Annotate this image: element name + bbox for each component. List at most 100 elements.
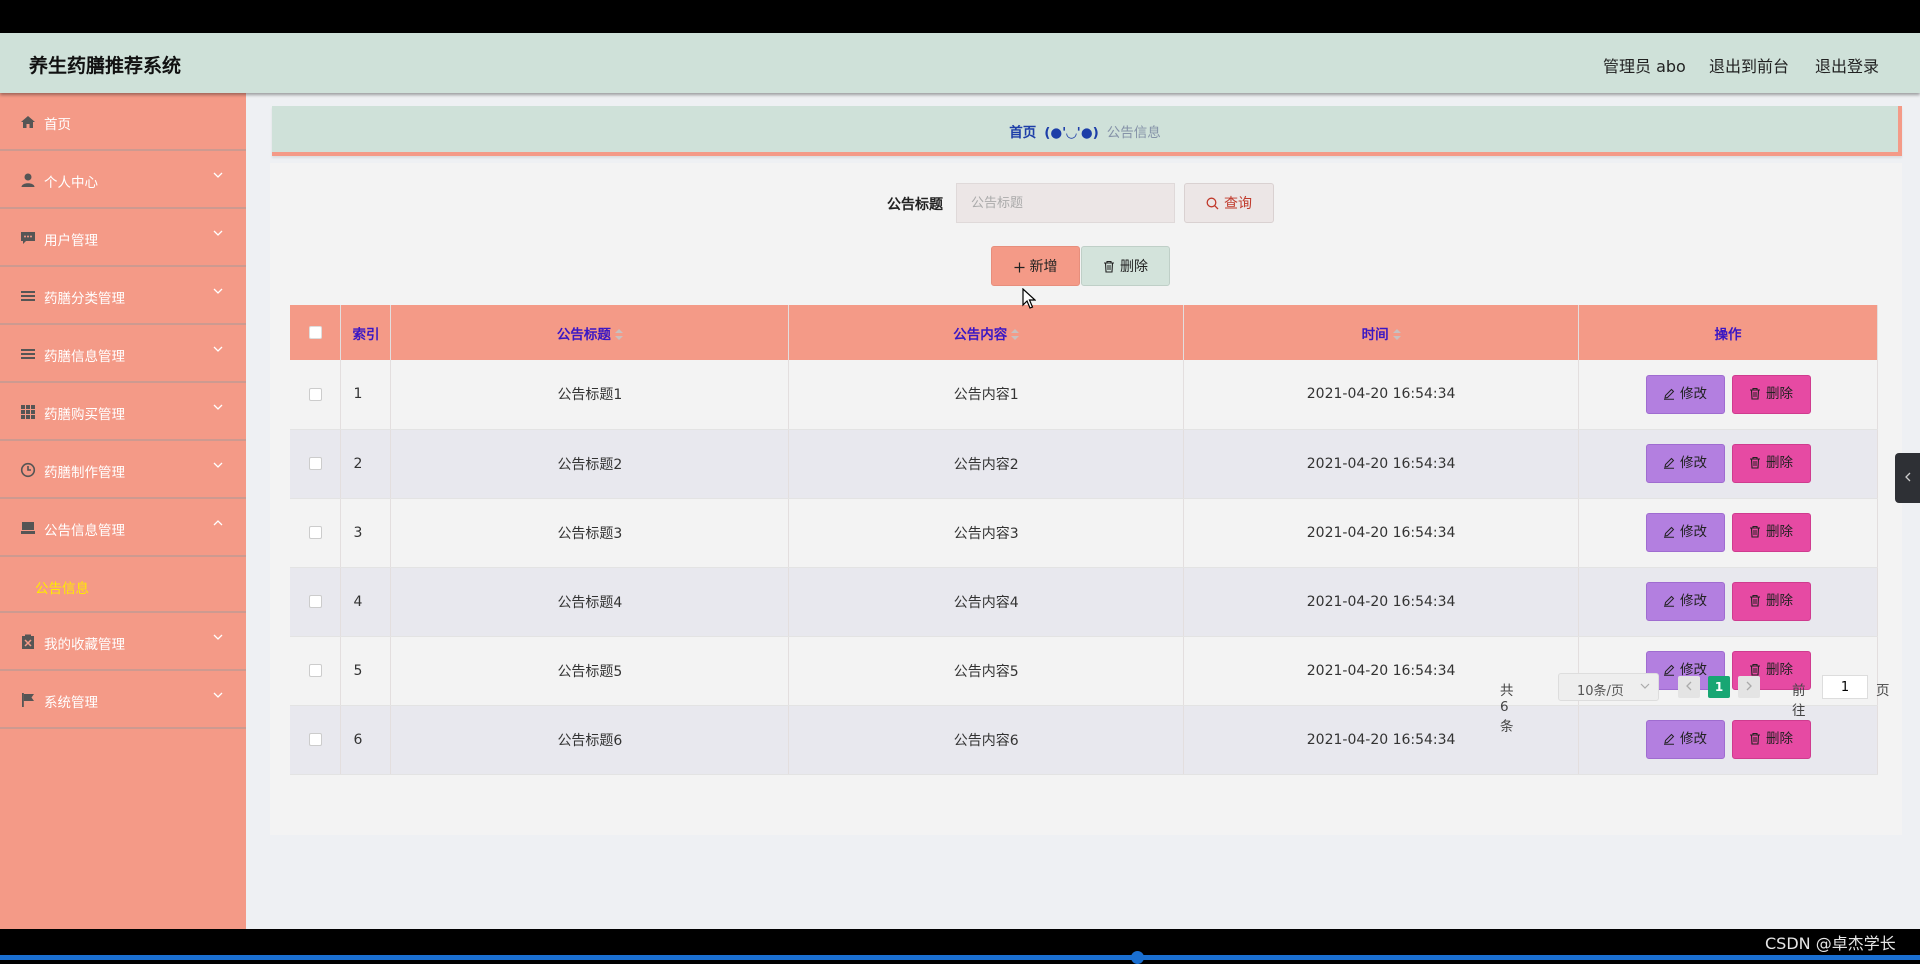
sidebar-item-label: 药膳制作管理 [44, 465, 125, 481]
goto-suffix: 页 [1876, 683, 1890, 699]
column-header-actions: 操作 [1578, 305, 1878, 360]
breadcrumb: 首页 (●'◡'●) 公告信息 [272, 106, 1902, 156]
row-actions: 修改 删除 [1578, 498, 1878, 568]
edit-button[interactable]: 修改 [1645, 720, 1725, 759]
chevron-down-icon [213, 692, 223, 698]
row-select-cell [290, 498, 342, 568]
chevron-down-icon [1640, 683, 1650, 689]
row-time: 2021-04-20 16:54:34 [1183, 360, 1580, 430]
page-number-button[interactable]: 1 [1708, 676, 1730, 698]
chevron-down-icon [213, 172, 223, 178]
goto-page-input[interactable] [1822, 675, 1868, 699]
chevron-down-icon [213, 634, 223, 640]
side-drawer-toggle[interactable] [1895, 453, 1920, 503]
sidebar-item-label: 药膳信息管理 [44, 349, 125, 365]
edit-icon [1664, 733, 1675, 745]
row-checkbox[interactable] [308, 457, 322, 470]
row-actions: 修改 删除 [1578, 429, 1878, 499]
top-bar: 养生药膳推荐系统 管理员 abo 退出到前台 退出登录 [0, 33, 1920, 93]
grid-icon [21, 405, 35, 419]
trash-icon [1750, 732, 1761, 745]
table-body: 1 公告标题1 公告内容1 2021-04-20 16:54:34 修改 删除 2 公告标题2… [290, 360, 1878, 775]
sidebar-item-system-management[interactable]: 系统管理 [0, 671, 246, 729]
add-button[interactable]: 新增 [991, 246, 1080, 286]
breadcrumb-home[interactable]: 首页 [1009, 125, 1036, 141]
trash-icon [1750, 594, 1761, 607]
sidebar-item-notice-management[interactable]: 公告信息管理 [0, 499, 246, 557]
video-progress-bar[interactable] [0, 955, 1920, 960]
page-size-value: 10条/页 [1577, 684, 1624, 699]
clock-icon [20, 462, 36, 478]
trash-icon [1104, 260, 1114, 273]
select-all-checkbox[interactable] [308, 326, 322, 339]
sidebar-item-user-management[interactable]: 用户管理 [0, 209, 246, 267]
video-progress-handle[interactable] [1131, 951, 1144, 964]
search-button-label: 查询 [1224, 195, 1252, 211]
column-header-title[interactable]: 公告标题 [390, 305, 790, 360]
notice-icon [21, 522, 35, 534]
row-title: 公告标题5 [390, 636, 790, 706]
sidebar-subitem-notice-info[interactable]: 公告信息 [0, 557, 246, 613]
search-label: 公告标题 [887, 197, 943, 213]
row-index: 6 [340, 705, 392, 775]
row-select-cell [290, 429, 342, 499]
row-checkbox[interactable] [308, 733, 322, 746]
row-content: 公告内容1 [788, 360, 1185, 430]
trash-icon [1750, 663, 1761, 676]
column-header-label: 时间 [1361, 326, 1389, 343]
delete-button[interactable]: 删除 [1731, 374, 1811, 414]
page-size-select[interactable]: 10条/页 [1558, 673, 1659, 701]
table-row: 1 公告标题1 公告内容1 2021-04-20 16:54:34 修改 删除 [290, 360, 1878, 430]
current-user[interactable]: 管理员 abo [1603, 53, 1686, 77]
search-input[interactable] [956, 183, 1175, 223]
search-button[interactable]: 查询 [1184, 183, 1274, 223]
list-icon [21, 291, 35, 301]
delete-button[interactable]: 删除 [1731, 720, 1811, 759]
row-checkbox[interactable] [308, 526, 322, 539]
edit-button[interactable]: 修改 [1645, 582, 1725, 621]
sort-icon[interactable] [1392, 328, 1401, 341]
row-checkbox[interactable] [308, 664, 322, 677]
row-index: 5 [340, 636, 392, 706]
delete-button-label: 删除 [1766, 731, 1794, 747]
edit-button[interactable]: 修改 [1645, 513, 1725, 552]
sidebar-item-personal-center[interactable]: 个人中心 [0, 151, 246, 209]
logout-link[interactable]: 退出登录 [1815, 53, 1879, 77]
delete-button[interactable]: 删除 [1731, 513, 1811, 552]
column-header-content[interactable]: 公告内容 [788, 305, 1185, 360]
sidebar-item-production-management[interactable]: 药膳制作管理 [0, 441, 246, 499]
sidebar-item-favorites-management[interactable]: 我的收藏管理 [0, 613, 246, 671]
delete-button[interactable]: 删除 [1731, 582, 1811, 621]
sidebar-item-category-management[interactable]: 药膳分类管理 [0, 267, 246, 325]
sort-icon[interactable] [1011, 328, 1020, 341]
batch-delete-button[interactable]: 删除 [1081, 246, 1170, 286]
row-select-cell [290, 567, 342, 637]
row-checkbox[interactable] [308, 387, 322, 401]
breadcrumb-current: 公告信息 [1106, 125, 1161, 141]
sidebar-item-label: 系统管理 [44, 695, 98, 711]
sidebar-item-home[interactable]: 首页 [0, 93, 246, 151]
next-page-button[interactable] [1738, 676, 1760, 698]
edit-button[interactable]: 修改 [1645, 444, 1725, 483]
sort-icon[interactable] [614, 328, 623, 341]
row-actions: 修改 删除 [1578, 705, 1878, 775]
search-icon [1206, 197, 1219, 210]
delete-button[interactable]: 删除 [1731, 444, 1811, 483]
sidebar-item-purchase-management[interactable]: 药膳购买管理 [0, 383, 246, 441]
column-header-time[interactable]: 时间 [1183, 305, 1580, 360]
edit-button[interactable]: 修改 [1645, 374, 1725, 414]
delete-button-label: 删除 [1766, 455, 1794, 471]
sidebar-item-info-management[interactable]: 药膳信息管理 [0, 325, 246, 383]
table-row: 4 公告标题4 公告内容4 2021-04-20 16:54:34 修改 删除 [290, 567, 1878, 637]
app-window: 养生药膳推荐系统 管理员 abo 退出到前台 退出登录 首页 个人中心 用户管理… [0, 33, 1920, 929]
row-checkbox[interactable] [308, 595, 322, 608]
sidebar-subitem-label[interactable]: 公告信息 [35, 577, 89, 597]
back-to-front-link[interactable]: 退出到前台 [1709, 53, 1789, 77]
row-select-cell [290, 705, 342, 775]
sidebar-item-label: 公告信息管理 [44, 523, 125, 539]
row-content: 公告内容2 [788, 429, 1185, 499]
chevron-right-icon [1746, 681, 1752, 691]
edit-icon [1664, 457, 1675, 469]
chevron-down-icon [213, 288, 223, 294]
prev-page-button[interactable] [1678, 676, 1700, 698]
